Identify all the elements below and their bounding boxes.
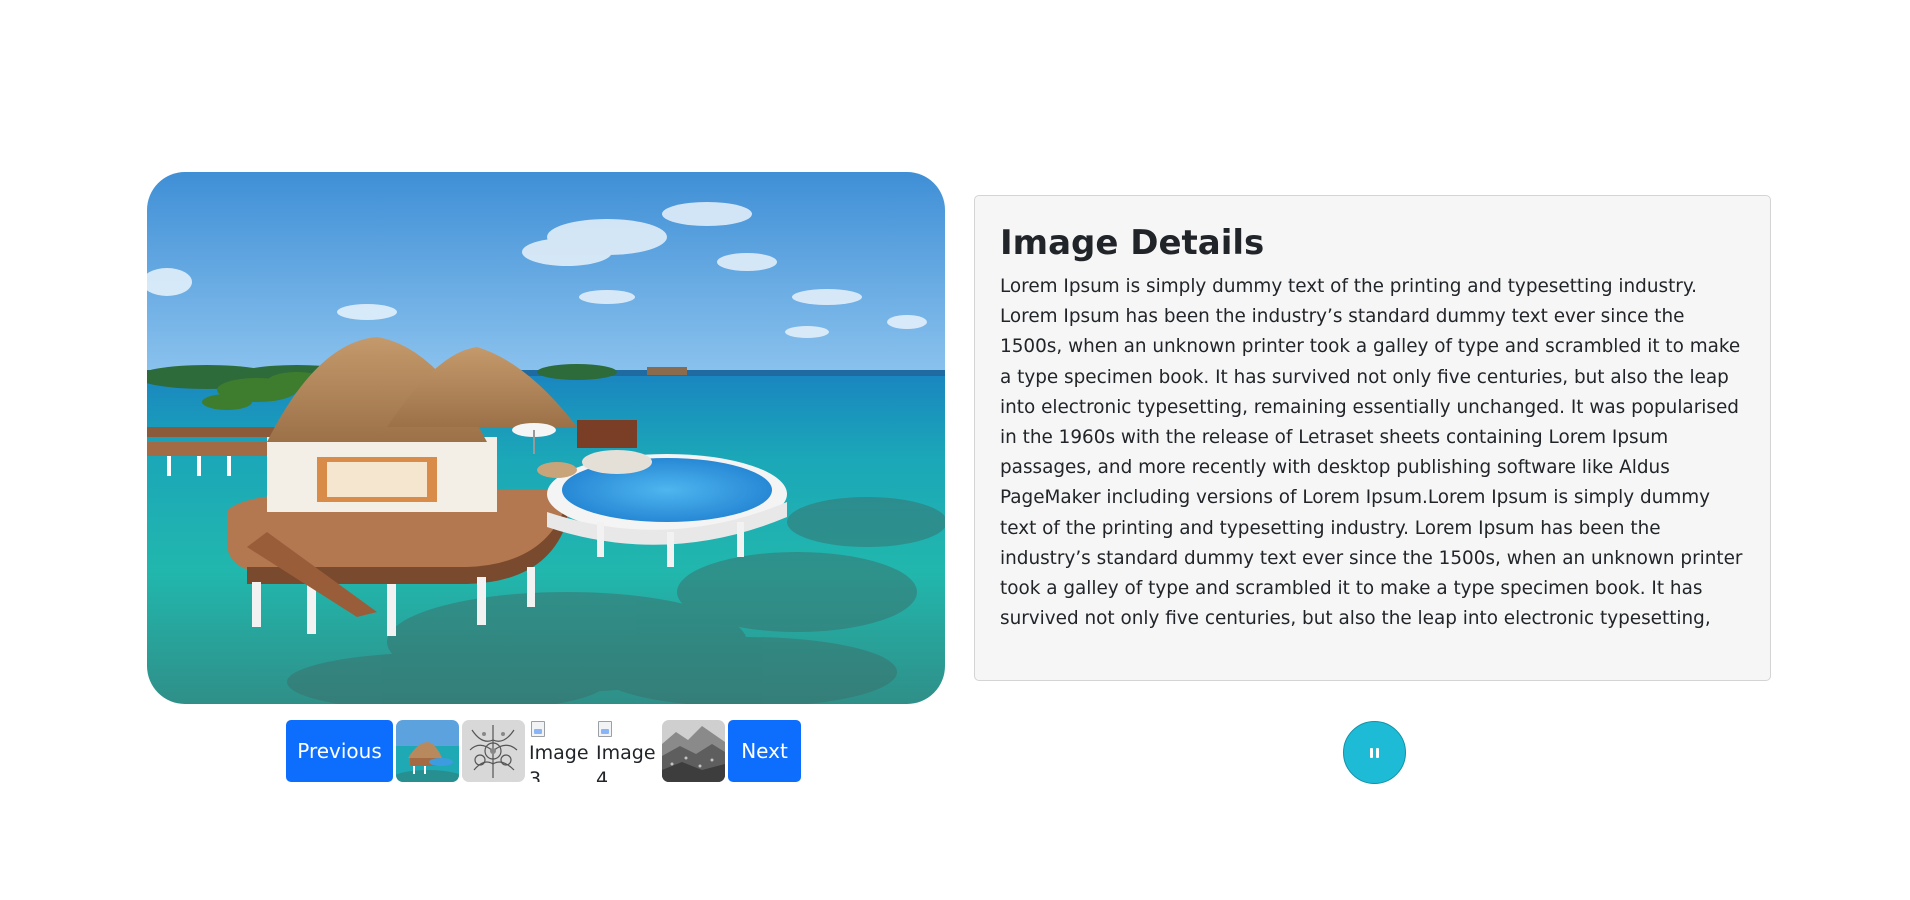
thumbnail-alt-text: Image 3	[529, 742, 589, 782]
thumbnail-villa[interactable]	[396, 720, 459, 782]
pause-button[interactable]	[1343, 721, 1406, 784]
main-image	[147, 172, 945, 704]
thumbnail-mountain[interactable]	[662, 720, 725, 782]
details-title: Image Details	[1000, 223, 1265, 263]
thumbnail-image-4[interactable]: Image 4	[595, 720, 659, 782]
thumbnail-image-3[interactable]: Image 3	[528, 720, 592, 782]
slideshow-page: Previous Image 3 Image 4 Next Image Deta…	[0, 0, 1910, 900]
thumbnail-alt-text: Image 4	[596, 742, 656, 782]
image-details-card: Image Details Lorem Ipsum is simply dumm…	[974, 195, 1771, 681]
thumbnail-floral-sketch[interactable]	[462, 720, 525, 782]
villa-thumbnail	[396, 720, 459, 782]
details-description: Lorem Ipsum is simply dummy text of the …	[1000, 276, 1743, 630]
previous-button[interactable]: Previous	[286, 720, 393, 782]
broken-image-icon	[598, 721, 612, 737]
next-button[interactable]: Next	[728, 720, 801, 782]
mountain-grayscale-thumbnail	[662, 720, 725, 782]
overwater-villa-image	[147, 172, 945, 704]
pause-icon	[1370, 747, 1379, 758]
broken-image-icon	[531, 721, 545, 737]
thumbnail-strip: Previous Image 3 Image 4 Next	[286, 720, 801, 782]
floral-sketch-thumbnail	[462, 720, 525, 782]
